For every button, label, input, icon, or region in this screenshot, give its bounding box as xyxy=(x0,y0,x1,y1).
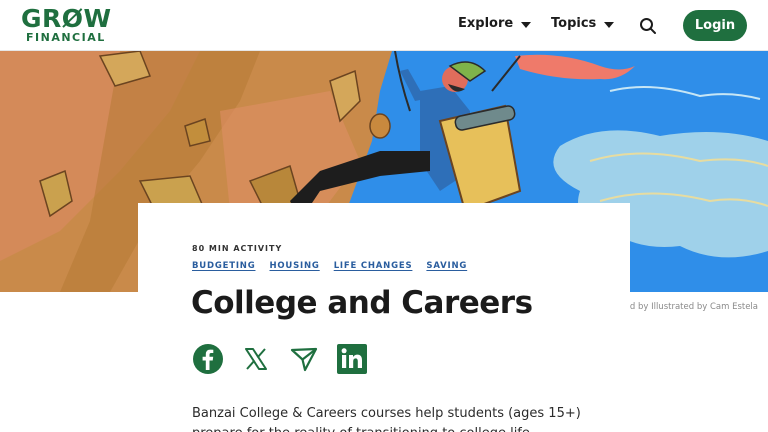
grow-financial-logo[interactable]: GRØW FINANCIAL xyxy=(21,6,121,46)
description-line-2: prepare for the reality of transitioning… xyxy=(192,424,612,432)
facebook-icon xyxy=(193,344,223,374)
send-icon xyxy=(290,347,318,372)
chevron-down-icon xyxy=(604,21,615,28)
share-x-button[interactable] xyxy=(240,343,272,375)
logo-wordmark: GRØW xyxy=(21,4,112,33)
tag-budgeting[interactable]: BUDGETING xyxy=(192,261,255,271)
login-button[interactable]: Login xyxy=(683,10,747,41)
search-icon xyxy=(640,18,656,34)
topic-tags: BUDGETING HOUSING LIFE CHANGES SAVING xyxy=(192,261,467,271)
linkedin-icon xyxy=(337,344,367,374)
nav-topics[interactable]: Topics xyxy=(551,16,615,31)
nav-explore-label: Explore xyxy=(458,16,514,31)
share-linkedin-button[interactable] xyxy=(336,343,368,375)
search-button[interactable] xyxy=(638,16,658,36)
logo-subtitle: FINANCIAL xyxy=(26,31,106,44)
page-title: College and Careers xyxy=(191,285,533,321)
activity-duration: 80 MIN ACTIVITY xyxy=(192,244,283,253)
nav-topics-label: Topics xyxy=(551,16,597,31)
tag-life-changes[interactable]: LIFE CHANGES xyxy=(334,261,413,271)
nav-explore[interactable]: Explore xyxy=(458,16,532,31)
share-send-button[interactable] xyxy=(288,343,320,375)
article-card: 80 MIN ACTIVITY BUDGETING HOUSING LIFE C… xyxy=(138,203,630,432)
share-bar xyxy=(192,343,368,375)
share-facebook-button[interactable] xyxy=(192,343,224,375)
tag-saving[interactable]: SAVING xyxy=(426,261,467,271)
description-line-1: Banzai College & Careers courses help st… xyxy=(192,406,581,421)
x-icon xyxy=(245,348,267,370)
article-description: Banzai College & Careers courses help st… xyxy=(192,404,612,432)
tag-housing[interactable]: HOUSING xyxy=(269,261,319,271)
chevron-down-icon xyxy=(521,21,532,28)
site-header: GRØW FINANCIAL Explore Topics Login xyxy=(0,0,768,51)
